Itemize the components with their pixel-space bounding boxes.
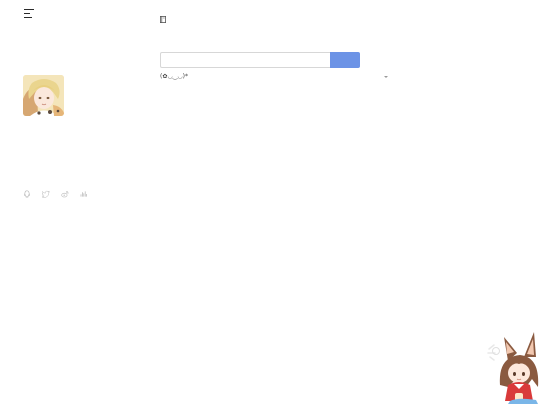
form-prompt [160, 38, 390, 46]
main-content: (✿◡‿◡)* [160, 14, 390, 138]
weibo-icon-glyph [61, 191, 69, 198]
weibo-icon[interactable] [61, 183, 69, 198]
emoticon-select-value: (✿◡‿◡)* [160, 73, 189, 80]
text-input[interactable] [160, 52, 331, 68]
social-links [23, 183, 88, 198]
info-text [160, 105, 390, 138]
page-title [160, 14, 390, 24]
menu-icon[interactable] [24, 9, 34, 18]
netease-music-icon[interactable] [80, 183, 88, 197]
twitter-icon-glyph [41, 190, 50, 198]
menu-line [24, 12, 30, 15]
netease-music-icon-glyph [80, 191, 87, 197]
qq-icon[interactable] [23, 183, 31, 198]
input-form [160, 52, 390, 68]
info-line [160, 127, 390, 138]
info-line [160, 116, 390, 127]
menu-line [24, 16, 32, 18]
twitter-icon[interactable] [41, 183, 50, 198]
mascot-widget[interactable] [486, 329, 540, 405]
emoticon-select[interactable]: (✿◡‿◡)* [160, 71, 390, 82]
submit-button[interactable] [330, 52, 360, 68]
avatar[interactable] [23, 75, 64, 116]
qq-icon-glyph [24, 190, 30, 198]
chevron-down-icon [384, 76, 388, 78]
avatar-image [23, 75, 64, 116]
info-line [160, 105, 390, 116]
book-icon-glyph [160, 15, 166, 23]
book-icon [160, 15, 166, 23]
menu-line [24, 9, 34, 11]
mascot-image [487, 332, 539, 404]
